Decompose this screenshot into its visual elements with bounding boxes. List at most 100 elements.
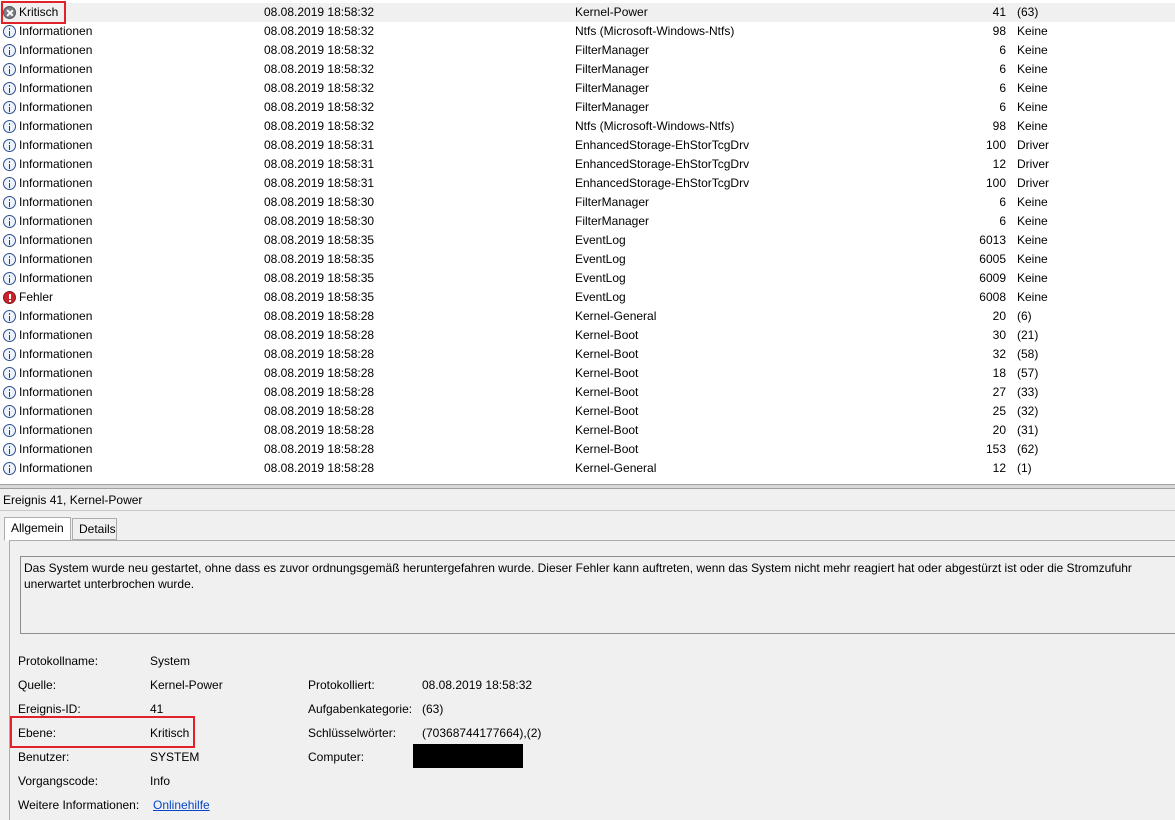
label-task-category: Aufgabenkategorie: xyxy=(308,702,413,716)
info-icon xyxy=(3,101,16,114)
info-icon xyxy=(3,44,16,57)
event-id: 6 xyxy=(999,43,1006,57)
event-row[interactable]: Informationen 08.08.2019 18:58:28 Kernel-B… xyxy=(0,402,1175,421)
event-level-text: Informationen xyxy=(19,62,93,76)
event-row[interactable]: Informationen 08.08.2019 18:58:28 Kernel-B… xyxy=(0,364,1175,383)
event-date: 08.08.2019 18:58:28 xyxy=(264,423,375,437)
value-source: Kernel-Power xyxy=(150,678,223,692)
event-level-cell: Informationen xyxy=(3,155,253,174)
event-row[interactable]: Informationen 08.08.2019 18:58:35 EventLog… xyxy=(0,250,1175,269)
event-level-text: Informationen xyxy=(19,195,93,209)
event-row[interactable]: Informationen 08.08.2019 18:58:35 EventLog… xyxy=(0,231,1175,250)
event-row[interactable]: Informationen 08.08.2019 18:58:30 FilterMa… xyxy=(0,193,1175,212)
event-row[interactable]: Informationen 08.08.2019 18:58:35 EventLog… xyxy=(0,269,1175,288)
event-row[interactable]: Informationen 08.08.2019 18:58:30 FilterMa… xyxy=(0,212,1175,231)
event-id: 6008 xyxy=(979,290,1006,304)
tab-allgemein[interactable]: Allgemein xyxy=(4,517,71,541)
event-level-text: Informationen xyxy=(19,461,93,475)
event-row[interactable]: Fehler 08.08.2019 18:58:35 EventLog 6008 Kei… xyxy=(0,288,1175,307)
event-date: 08.08.2019 18:58:31 xyxy=(264,176,375,190)
info-icon xyxy=(3,158,16,171)
event-task-category: Keine xyxy=(1017,195,1048,209)
event-row[interactable]: Informationen 08.08.2019 18:58:28 Kernel-B… xyxy=(0,383,1175,402)
event-source: Ntfs (Microsoft-Windows-Ntfs) xyxy=(575,119,735,133)
online-help-link[interactable]: Onlinehilfe xyxy=(153,798,210,812)
event-row[interactable]: Informationen 08.08.2019 18:58:32 Ntfs (Mi… xyxy=(0,22,1175,41)
event-row[interactable]: Informationen 08.08.2019 18:58:32 FilterMa… xyxy=(0,79,1175,98)
event-row[interactable]: Informationen 08.08.2019 18:58:32 FilterMa… xyxy=(0,41,1175,60)
event-date: 08.08.2019 18:58:28 xyxy=(264,309,375,323)
event-row[interactable]: Kritisch 08.08.2019 18:58:32 Kernel-Power 4… xyxy=(0,3,1175,22)
event-level-text: Informationen xyxy=(19,157,93,171)
info-icon xyxy=(3,25,16,38)
event-level-text: Informationen xyxy=(19,24,93,38)
event-date: 08.08.2019 18:58:30 xyxy=(264,195,375,209)
event-row[interactable]: Informationen 08.08.2019 18:58:31 Enhanced… xyxy=(0,174,1175,193)
event-row[interactable]: Informationen 08.08.2019 18:58:28 Kernel-B… xyxy=(0,345,1175,364)
event-row[interactable]: Informationen 08.08.2019 18:58:28 Kernel-G… xyxy=(0,459,1175,478)
event-source: FilterManager xyxy=(575,100,650,114)
event-id: 32 xyxy=(992,347,1006,361)
event-list[interactable]: Kritisch 08.08.2019 18:58:32 Kernel-Power 4… xyxy=(0,3,1175,481)
event-id: 18 xyxy=(992,366,1006,380)
event-id: 25 xyxy=(992,404,1006,418)
event-row[interactable]: Informationen 08.08.2019 18:58:28 Kernel-B… xyxy=(0,440,1175,459)
event-task-category: Keine xyxy=(1017,214,1048,228)
event-level-text: Informationen xyxy=(19,214,93,228)
event-level-text: Informationen xyxy=(19,81,93,95)
value-user: SYSTEM xyxy=(150,750,200,764)
event-id: 100 xyxy=(985,138,1006,152)
event-row[interactable]: Informationen 08.08.2019 18:58:32 FilterMa… xyxy=(0,98,1175,117)
event-level-cell: Informationen xyxy=(3,307,253,326)
event-row[interactable]: Informationen 08.08.2019 18:58:28 Kernel-B… xyxy=(0,421,1175,440)
event-description[interactable]: Das System wurde neu gestartet, ohne das… xyxy=(20,556,1175,634)
event-row[interactable]: Informationen 08.08.2019 18:58:28 Kernel-B… xyxy=(0,326,1175,345)
event-level-cell: Informationen xyxy=(3,41,253,60)
event-level-cell: Fehler xyxy=(3,288,253,307)
event-date: 08.08.2019 18:58:28 xyxy=(264,404,375,418)
label-logged: Protokolliert: xyxy=(308,678,375,692)
event-date: 08.08.2019 18:58:28 xyxy=(264,385,375,399)
label-event-id: Ereignis-ID: xyxy=(18,702,81,716)
info-icon xyxy=(3,405,16,418)
event-source: FilterManager xyxy=(575,43,650,57)
event-row[interactable]: Informationen 08.08.2019 18:58:28 Kernel-G… xyxy=(0,307,1175,326)
event-source: Kernel-Boot xyxy=(575,366,639,380)
event-task-category: Driver xyxy=(1017,176,1049,190)
critical-icon xyxy=(3,6,16,19)
label-log-name: Protokollname: xyxy=(18,654,99,668)
event-date: 08.08.2019 18:58:35 xyxy=(264,233,375,247)
event-level-cell: Informationen xyxy=(3,79,253,98)
event-row[interactable]: Informationen 08.08.2019 18:58:31 Enhanced… xyxy=(0,136,1175,155)
event-row[interactable]: Informationen 08.08.2019 18:58:31 Enhanced… xyxy=(0,155,1175,174)
info-icon xyxy=(3,234,16,247)
tab-details[interactable]: Details xyxy=(72,518,117,540)
event-task-category: (1) xyxy=(1017,461,1032,475)
event-row[interactable]: Informationen 08.08.2019 18:58:32 FilterMa… xyxy=(0,60,1175,79)
value-event-id: 41 xyxy=(150,702,164,716)
event-id: 6009 xyxy=(979,271,1006,285)
event-task-category: Keine xyxy=(1017,271,1048,285)
error-icon xyxy=(3,291,16,304)
event-id: 20 xyxy=(992,423,1006,437)
event-task-category: Keine xyxy=(1017,100,1048,114)
label-source: Quelle: xyxy=(18,678,57,692)
event-task-category: (32) xyxy=(1017,404,1039,418)
event-id: 100 xyxy=(985,176,1006,190)
value-task-category: (63) xyxy=(422,702,444,716)
value-keywords: (70368744177664),(2) xyxy=(422,726,542,740)
event-level-cell: Informationen xyxy=(3,174,253,193)
info-icon xyxy=(3,177,16,190)
event-level-cell: Informationen xyxy=(3,364,253,383)
event-id: 30 xyxy=(992,328,1006,342)
value-opcode: Info xyxy=(150,774,171,788)
event-source: FilterManager xyxy=(575,81,650,95)
event-task-category: Keine xyxy=(1017,233,1048,247)
event-level-cell: Informationen xyxy=(3,383,253,402)
event-row[interactable]: Informationen 08.08.2019 18:58:32 Ntfs (Mi… xyxy=(0,117,1175,136)
event-source: Kernel-Boot xyxy=(575,423,639,437)
event-level-text: Informationen xyxy=(19,347,93,361)
event-level-cell: Informationen xyxy=(3,60,253,79)
event-level-text: Kritisch xyxy=(19,5,59,19)
event-id: 12 xyxy=(992,461,1006,475)
